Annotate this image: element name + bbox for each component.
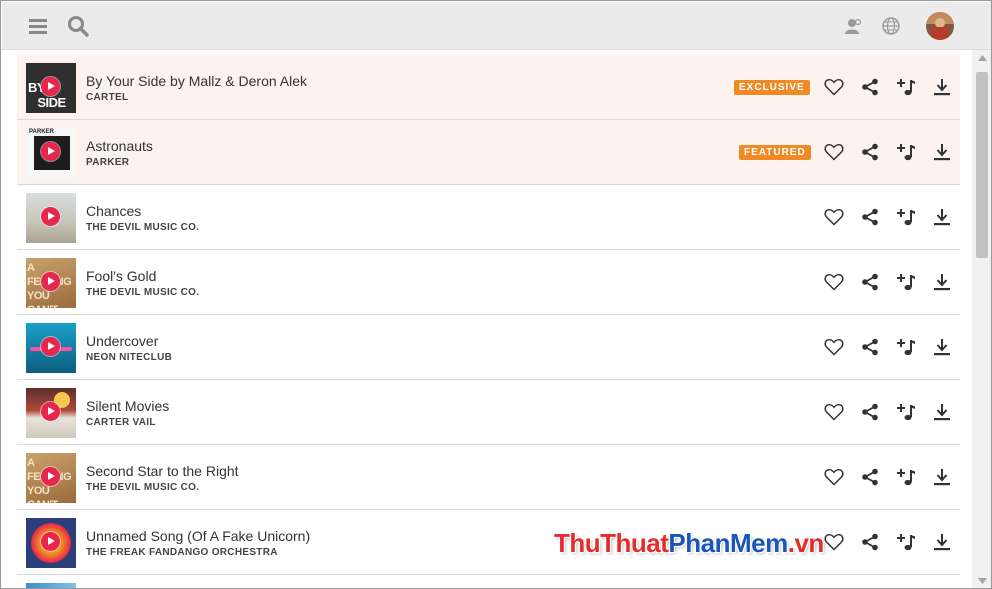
track-row [17,575,960,588]
album-art[interactable] [26,583,76,588]
scrollbar-thumb[interactable] [976,72,988,258]
download-icon[interactable] [931,466,953,488]
track-row: Silent Movies CARTER VAIL [17,380,960,445]
track-artist[interactable]: THE DEVIL MUSIC CO. [86,287,199,298]
play-icon[interactable] [41,77,60,96]
track-row: A FEELINGYOU CAN'TGET BACK Second Star t… [17,445,960,510]
download-icon[interactable] [931,141,953,163]
track-list: BY SIDE By Your Side by Mallz & Deron Al… [17,55,960,588]
album-art[interactable] [26,323,76,373]
album-art[interactable]: PARKER [26,128,76,178]
track-artist[interactable]: THE FREAK FANDANGO ORCHESTRA [86,547,278,558]
top-bar [2,2,991,50]
track-row: A FEELINGYOU CAN'TGET BACK Fool's Gold T… [17,250,960,315]
scroll-down-arrow-icon[interactable] [972,573,991,588]
share-icon[interactable] [859,141,881,163]
share-icon[interactable] [859,531,881,553]
track-row: Undercover NEON NITECLUB [17,315,960,380]
track-artist[interactable]: PARKER [86,157,129,168]
exclusive-badge: EXCLUSIVE [734,80,810,95]
heart-icon[interactable] [823,76,845,98]
add-to-playlist-icon[interactable] [895,401,917,423]
add-to-playlist-icon[interactable] [895,531,917,553]
globe-icon[interactable] [879,14,903,38]
add-to-playlist-icon[interactable] [895,271,917,293]
play-icon[interactable] [41,532,60,551]
album-art[interactable]: BY SIDE [26,63,76,113]
featured-badge: FEATURED [739,145,811,160]
play-icon[interactable] [41,272,60,291]
download-icon[interactable] [931,271,953,293]
watermark-part2: PhanMem [668,528,788,558]
app-window: BY SIDE By Your Side by Mallz & Deron Al… [0,0,992,589]
play-icon[interactable] [41,337,60,356]
album-art[interactable] [26,518,76,568]
heart-icon[interactable] [823,141,845,163]
hamburger-menu-icon[interactable] [26,14,50,38]
add-to-playlist-icon[interactable] [895,336,917,358]
play-icon[interactable] [41,207,60,226]
track-row: Chances THE DEVIL MUSIC CO. [17,185,960,250]
avatar[interactable] [926,12,954,40]
track-title[interactable]: Second Star to the Right [86,463,239,479]
watermark-part3: .vn [787,528,825,558]
play-icon[interactable] [41,142,60,161]
heart-icon[interactable] [823,466,845,488]
track-artist[interactable]: CARTER VAIL [86,417,156,428]
download-icon[interactable] [931,401,953,423]
track-artist[interactable]: THE DEVIL MUSIC CO. [86,482,199,493]
track-title[interactable]: Unnamed Song (Of A Fake Unicorn) [86,528,310,544]
track-row: PARKER Astronauts PARKER FEATURED [17,120,960,185]
track-title[interactable]: Astronauts [86,138,153,154]
track-title[interactable]: Undercover [86,333,158,349]
track-artist[interactable]: THE DEVIL MUSIC CO. [86,222,199,233]
add-to-playlist-icon[interactable] [895,141,917,163]
heart-icon[interactable] [823,206,845,228]
share-icon[interactable] [859,466,881,488]
heart-icon[interactable] [823,531,845,553]
heart-icon[interactable] [823,271,845,293]
play-icon[interactable] [41,402,60,421]
share-icon[interactable] [859,336,881,358]
album-art[interactable]: A FEELINGYOU CAN'TGET BACK [26,453,76,503]
play-icon[interactable] [41,467,60,486]
download-icon[interactable] [931,76,953,98]
track-title[interactable]: By Your Side by Mallz & Deron Alek [86,73,307,89]
download-icon[interactable] [931,531,953,553]
share-icon[interactable] [859,401,881,423]
download-icon[interactable] [931,206,953,228]
heart-icon[interactable] [823,336,845,358]
vertical-scrollbar[interactable] [972,50,991,588]
add-to-playlist-icon[interactable] [895,466,917,488]
add-to-playlist-icon[interactable] [895,206,917,228]
track-title[interactable]: Fool's Gold [86,268,156,284]
share-icon[interactable] [859,271,881,293]
share-icon[interactable] [859,76,881,98]
track-title[interactable]: Silent Movies [86,398,169,414]
share-icon[interactable] [859,206,881,228]
add-to-playlist-icon[interactable] [895,76,917,98]
album-art[interactable] [26,193,76,243]
album-art[interactable]: A FEELINGYOU CAN'TGET BACK [26,258,76,308]
track-artist[interactable]: CARTEL [86,92,128,103]
track-artist[interactable]: NEON NITECLUB [86,352,172,363]
search-icon[interactable] [66,14,90,38]
track-title[interactable]: Chances [86,203,141,219]
heart-icon[interactable] [823,401,845,423]
watermark-part1: ThuThuat [554,528,669,558]
user-icon[interactable] [841,14,865,38]
download-icon[interactable] [931,336,953,358]
watermark: ThuThuatPhanMem.vn [554,528,824,559]
scroll-up-arrow-icon[interactable] [972,50,991,66]
track-row: BY SIDE By Your Side by Mallz & Deron Al… [17,55,960,120]
album-art[interactable] [26,388,76,438]
